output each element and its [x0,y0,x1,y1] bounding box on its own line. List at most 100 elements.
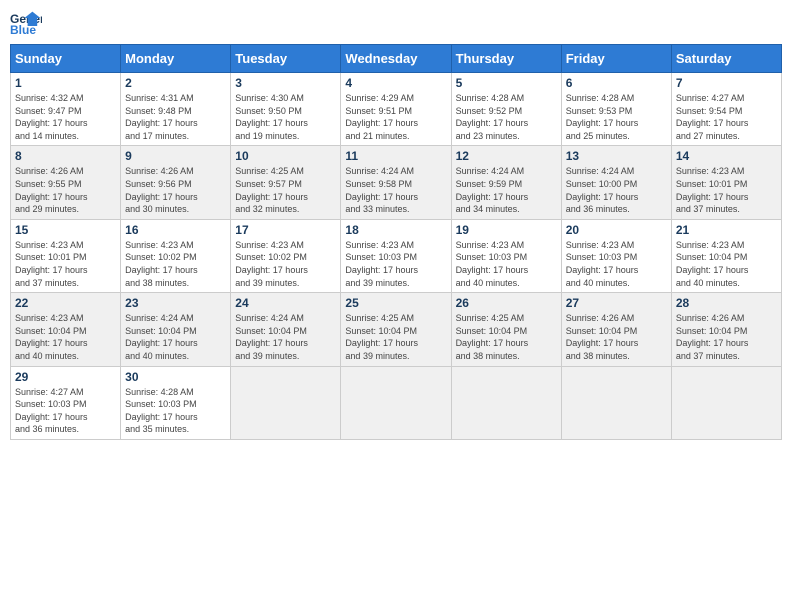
calendar-day-cell: 11 Sunrise: 4:24 AM Sunset: 9:58 PM Dayl… [341,146,451,219]
day-number: 20 [566,223,667,237]
calendar-day-cell: 6 Sunrise: 4:28 AM Sunset: 9:53 PM Dayli… [561,73,671,146]
empty-cell [231,366,341,439]
day-info: Sunrise: 4:24 AM Sunset: 10:04 PM Daylig… [125,313,198,361]
calendar-day-cell: 1 Sunrise: 4:32 AM Sunset: 9:47 PM Dayli… [11,73,121,146]
day-number: 28 [676,296,777,310]
day-info: Sunrise: 4:24 AM Sunset: 10:04 PM Daylig… [235,313,308,361]
day-number: 11 [345,149,446,163]
day-number: 30 [125,370,226,384]
empty-cell [561,366,671,439]
day-info: Sunrise: 4:27 AM Sunset: 10:03 PM Daylig… [15,387,88,435]
day-info: Sunrise: 4:25 AM Sunset: 10:04 PM Daylig… [456,313,529,361]
day-info: Sunrise: 4:26 AM Sunset: 9:56 PM Dayligh… [125,166,198,214]
day-info: Sunrise: 4:23 AM Sunset: 10:03 PM Daylig… [345,240,418,288]
day-number: 4 [345,76,446,90]
calendar-day-cell: 4 Sunrise: 4:29 AM Sunset: 9:51 PM Dayli… [341,73,451,146]
day-of-week-header: Friday [561,45,671,73]
calendar-day-cell: 3 Sunrise: 4:30 AM Sunset: 9:50 PM Dayli… [231,73,341,146]
calendar-week-row: 29 Sunrise: 4:27 AM Sunset: 10:03 PM Day… [11,366,782,439]
day-number: 17 [235,223,336,237]
day-info: Sunrise: 4:25 AM Sunset: 9:57 PM Dayligh… [235,166,308,214]
day-number: 8 [15,149,116,163]
day-number: 3 [235,76,336,90]
day-info: Sunrise: 4:24 AM Sunset: 10:00 PM Daylig… [566,166,639,214]
day-number: 18 [345,223,446,237]
day-number: 12 [456,149,557,163]
day-info: Sunrise: 4:29 AM Sunset: 9:51 PM Dayligh… [345,93,418,141]
calendar-day-cell: 24 Sunrise: 4:24 AM Sunset: 10:04 PM Day… [231,293,341,366]
calendar-day-cell: 10 Sunrise: 4:25 AM Sunset: 9:57 PM Dayl… [231,146,341,219]
calendar-day-cell: 15 Sunrise: 4:23 AM Sunset: 10:01 PM Day… [11,219,121,292]
day-number: 10 [235,149,336,163]
day-of-week-header: Saturday [671,45,781,73]
day-number: 22 [15,296,116,310]
calendar-week-row: 8 Sunrise: 4:26 AM Sunset: 9:55 PM Dayli… [11,146,782,219]
day-number: 16 [125,223,226,237]
day-number: 5 [456,76,557,90]
calendar-day-cell: 13 Sunrise: 4:24 AM Sunset: 10:00 PM Day… [561,146,671,219]
calendar-week-row: 22 Sunrise: 4:23 AM Sunset: 10:04 PM Day… [11,293,782,366]
day-info: Sunrise: 4:23 AM Sunset: 10:01 PM Daylig… [676,166,749,214]
day-number: 2 [125,76,226,90]
day-number: 7 [676,76,777,90]
day-info: Sunrise: 4:26 AM Sunset: 10:04 PM Daylig… [566,313,639,361]
day-info: Sunrise: 4:24 AM Sunset: 9:58 PM Dayligh… [345,166,418,214]
calendar-day-cell: 14 Sunrise: 4:23 AM Sunset: 10:01 PM Day… [671,146,781,219]
day-info: Sunrise: 4:30 AM Sunset: 9:50 PM Dayligh… [235,93,308,141]
calendar-day-cell: 26 Sunrise: 4:25 AM Sunset: 10:04 PM Day… [451,293,561,366]
day-number: 9 [125,149,226,163]
day-number: 25 [345,296,446,310]
day-number: 15 [15,223,116,237]
calendar-week-row: 1 Sunrise: 4:32 AM Sunset: 9:47 PM Dayli… [11,73,782,146]
day-info: Sunrise: 4:23 AM Sunset: 10:03 PM Daylig… [566,240,639,288]
calendar-day-cell: 20 Sunrise: 4:23 AM Sunset: 10:03 PM Day… [561,219,671,292]
day-number: 23 [125,296,226,310]
day-info: Sunrise: 4:31 AM Sunset: 9:48 PM Dayligh… [125,93,198,141]
calendar-day-cell: 17 Sunrise: 4:23 AM Sunset: 10:02 PM Day… [231,219,341,292]
day-info: Sunrise: 4:28 AM Sunset: 9:52 PM Dayligh… [456,93,529,141]
day-info: Sunrise: 4:23 AM Sunset: 10:04 PM Daylig… [676,240,749,288]
day-info: Sunrise: 4:23 AM Sunset: 10:01 PM Daylig… [15,240,88,288]
calendar-day-cell: 23 Sunrise: 4:24 AM Sunset: 10:04 PM Day… [121,293,231,366]
day-info: Sunrise: 4:24 AM Sunset: 9:59 PM Dayligh… [456,166,529,214]
day-info: Sunrise: 4:27 AM Sunset: 9:54 PM Dayligh… [676,93,749,141]
day-number: 27 [566,296,667,310]
calendar-day-cell: 8 Sunrise: 4:26 AM Sunset: 9:55 PM Dayli… [11,146,121,219]
day-info: Sunrise: 4:32 AM Sunset: 9:47 PM Dayligh… [15,93,88,141]
calendar-day-cell: 19 Sunrise: 4:23 AM Sunset: 10:03 PM Day… [451,219,561,292]
day-info: Sunrise: 4:23 AM Sunset: 10:02 PM Daylig… [235,240,308,288]
day-number: 24 [235,296,336,310]
day-info: Sunrise: 4:26 AM Sunset: 10:04 PM Daylig… [676,313,749,361]
day-of-week-header: Monday [121,45,231,73]
day-info: Sunrise: 4:25 AM Sunset: 10:04 PM Daylig… [345,313,418,361]
calendar-table: SundayMondayTuesdayWednesdayThursdayFrid… [10,44,782,440]
calendar-body: 1 Sunrise: 4:32 AM Sunset: 9:47 PM Dayli… [11,73,782,440]
calendar-week-row: 15 Sunrise: 4:23 AM Sunset: 10:01 PM Day… [11,219,782,292]
day-number: 13 [566,149,667,163]
calendar-day-cell: 12 Sunrise: 4:24 AM Sunset: 9:59 PM Dayl… [451,146,561,219]
day-number: 21 [676,223,777,237]
day-of-week-header: Tuesday [231,45,341,73]
calendar-day-cell: 28 Sunrise: 4:26 AM Sunset: 10:04 PM Day… [671,293,781,366]
calendar-header-row: SundayMondayTuesdayWednesdayThursdayFrid… [11,45,782,73]
calendar-day-cell: 25 Sunrise: 4:25 AM Sunset: 10:04 PM Day… [341,293,451,366]
day-info: Sunrise: 4:23 AM Sunset: 10:04 PM Daylig… [15,313,88,361]
calendar-day-cell: 18 Sunrise: 4:23 AM Sunset: 10:03 PM Day… [341,219,451,292]
calendar-day-cell: 22 Sunrise: 4:23 AM Sunset: 10:04 PM Day… [11,293,121,366]
day-of-week-header: Wednesday [341,45,451,73]
day-info: Sunrise: 4:28 AM Sunset: 9:53 PM Dayligh… [566,93,639,141]
calendar-day-cell: 21 Sunrise: 4:23 AM Sunset: 10:04 PM Day… [671,219,781,292]
calendar-day-cell: 27 Sunrise: 4:26 AM Sunset: 10:04 PM Day… [561,293,671,366]
day-number: 6 [566,76,667,90]
day-number: 29 [15,370,116,384]
day-number: 14 [676,149,777,163]
day-info: Sunrise: 4:28 AM Sunset: 10:03 PM Daylig… [125,387,198,435]
calendar-day-cell: 16 Sunrise: 4:23 AM Sunset: 10:02 PM Day… [121,219,231,292]
day-number: 26 [456,296,557,310]
empty-cell [671,366,781,439]
empty-cell [341,366,451,439]
calendar-day-cell: 9 Sunrise: 4:26 AM Sunset: 9:56 PM Dayli… [121,146,231,219]
logo: General Blue [10,10,42,38]
calendar-day-cell: 30 Sunrise: 4:28 AM Sunset: 10:03 PM Day… [121,366,231,439]
day-number: 19 [456,223,557,237]
